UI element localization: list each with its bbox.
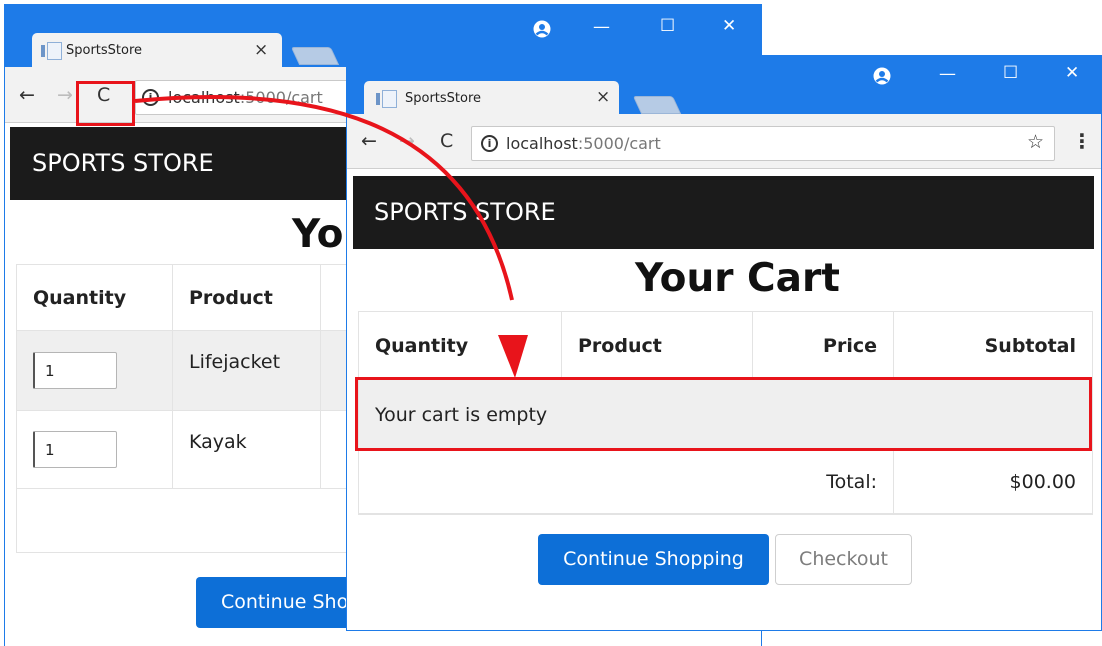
total-label: Total: xyxy=(358,449,894,515)
front-tab-title: SportsStore xyxy=(405,91,482,106)
back-arrow-icon[interactable]: ← xyxy=(361,132,377,151)
maximize-icon[interactable]: ☐ xyxy=(660,18,675,35)
empty-row-highlight-box xyxy=(355,377,1092,451)
back-tab-close-icon[interactable]: × xyxy=(254,42,268,59)
front-brand[interactable]: SPORTS STORE xyxy=(374,198,556,226)
qty-cell xyxy=(16,330,173,411)
table-row: Total: $00.00 xyxy=(358,449,1093,515)
back-address-bar[interactable]: i localhost:5000/cart xyxy=(135,80,367,115)
forward-arrow-icon[interactable]: → xyxy=(399,132,415,151)
back-url: localhost:5000/cart xyxy=(168,88,323,107)
reload-icon[interactable]: C xyxy=(440,132,453,151)
profile-icon[interactable] xyxy=(533,20,551,38)
front-tab[interactable]: SportsStore × xyxy=(364,81,619,114)
back-arrow-icon[interactable]: ← xyxy=(19,86,35,105)
minimize-icon[interactable]: — xyxy=(939,66,956,83)
back-new-tab-button[interactable] xyxy=(290,47,340,65)
info-icon[interactable]: i xyxy=(142,89,159,106)
total-value: $00.00 xyxy=(893,449,1093,515)
minimize-icon[interactable]: — xyxy=(593,19,610,36)
close-window-icon[interactable]: ✕ xyxy=(1065,65,1079,82)
bookmark-star-icon[interactable]: ☆ xyxy=(1027,131,1044,153)
quantity-header: Quantity xyxy=(358,311,562,380)
page-icon xyxy=(376,90,397,108)
price-header: Price xyxy=(752,311,894,380)
front-toolbar: ← → C i localhost:5000/cart ☆ ⋮ xyxy=(347,114,1101,169)
reload-highlight-box xyxy=(76,81,135,126)
subtotal-header: Subtotal xyxy=(893,311,1093,380)
front-titlebar: SportsStore × — ☐ ✕ xyxy=(347,56,1101,114)
product-header: Product xyxy=(561,311,753,380)
back-tab-title: SportsStore xyxy=(66,43,143,58)
quantity-input[interactable] xyxy=(33,352,117,389)
close-window-icon[interactable]: ✕ xyxy=(722,18,736,35)
front-tab-close-icon[interactable]: × xyxy=(596,89,610,106)
back-quantity-header: Quantity xyxy=(16,264,173,331)
forward-arrow-icon[interactable]: → xyxy=(57,86,73,105)
checkout-button[interactable]: Checkout xyxy=(775,534,912,585)
product-cell: Kayak xyxy=(172,410,321,489)
profile-icon[interactable] xyxy=(873,67,891,85)
front-navbar: SPORTS STORE xyxy=(353,176,1094,249)
back-tab[interactable]: SportsStore × xyxy=(32,33,282,67)
product-cell: Lifejacket xyxy=(172,330,321,411)
front-address-bar[interactable]: i localhost:5000/cart ☆ xyxy=(471,126,1055,161)
back-window-border xyxy=(4,4,5,646)
back-product-header: Product xyxy=(172,264,321,331)
qty-cell xyxy=(16,410,173,489)
back-brand[interactable]: SPORTS STORE xyxy=(32,149,214,177)
menu-icon[interactable]: ⋮ xyxy=(1072,129,1092,153)
page-title: Your Cart xyxy=(635,256,840,301)
maximize-icon[interactable]: ☐ xyxy=(1003,65,1018,82)
continue-shopping-button[interactable]: Continue Shopping xyxy=(538,534,769,585)
info-icon[interactable]: i xyxy=(481,135,498,152)
page-icon xyxy=(41,42,62,60)
quantity-input[interactable] xyxy=(33,431,117,468)
front-browser-window: SportsStore × — ☐ ✕ ← → C i localhost:50… xyxy=(346,55,1102,631)
front-new-tab-button[interactable] xyxy=(632,96,682,114)
front-url: localhost:5000/cart xyxy=(506,134,661,153)
